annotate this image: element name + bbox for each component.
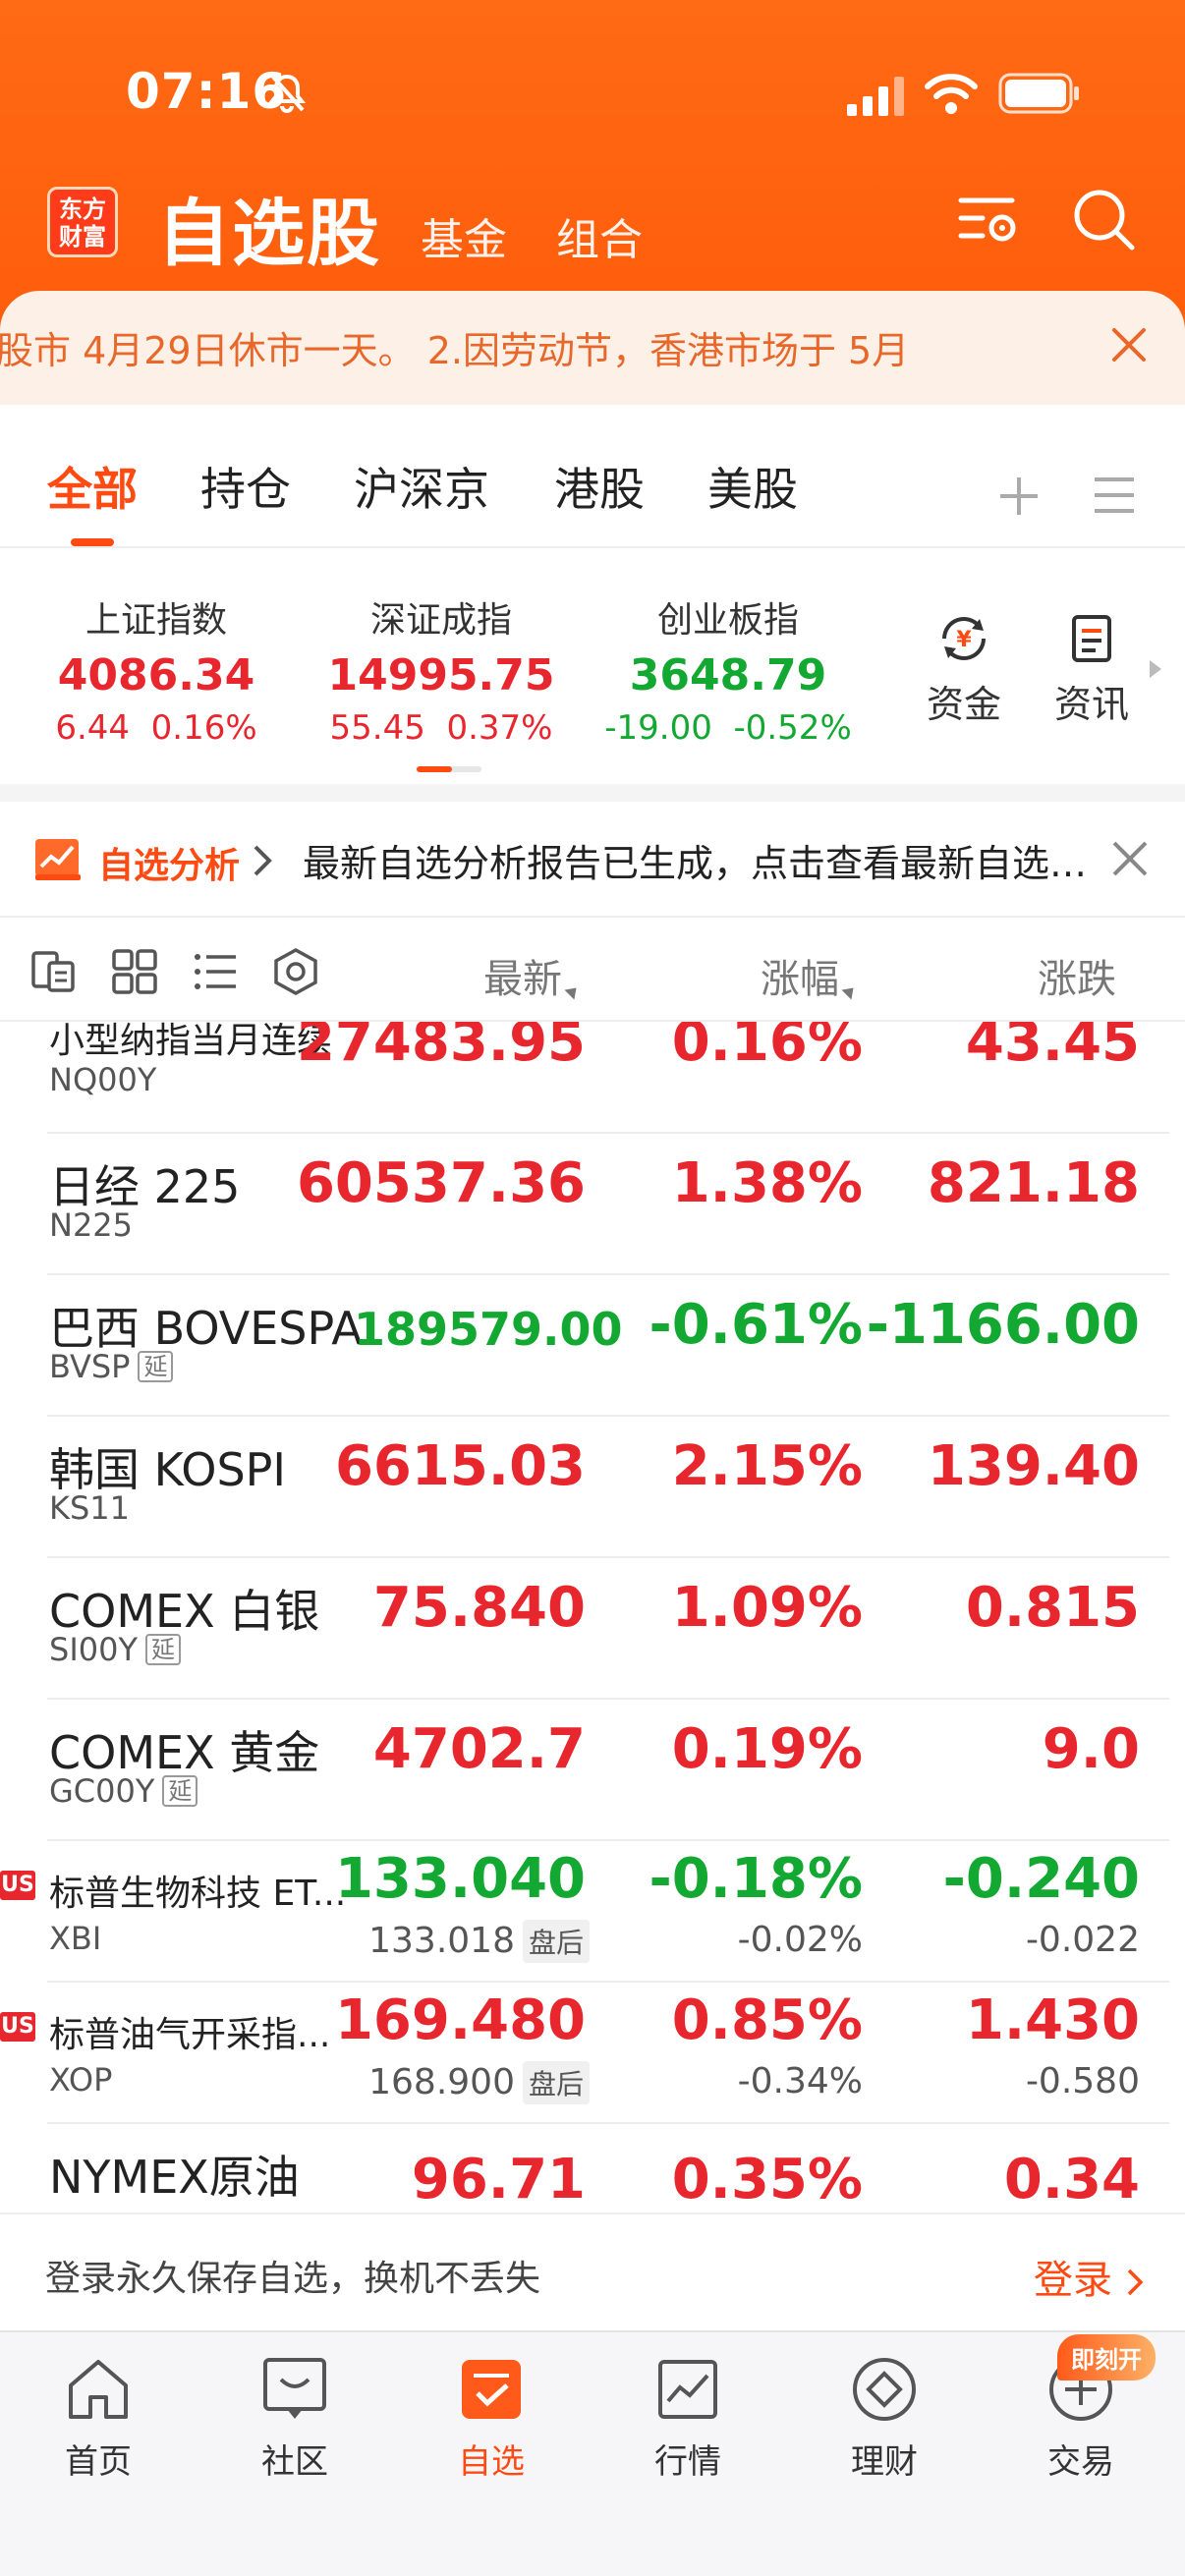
nav-market[interactable]: 行情	[590, 2352, 786, 2483]
indices-pager	[417, 766, 481, 772]
menu-icon[interactable]	[1093, 476, 1136, 515]
category-tabs: 全部 持仓 沪深京 港股 美股	[0, 405, 1185, 548]
target-icon[interactable]	[271, 947, 320, 996]
fund-flow-button[interactable]: ¥ 资金	[910, 611, 1018, 728]
table-row[interactable]: US 标普生物科技 ET... XBI 133.040 -0.18% -0.24…	[0, 1841, 1185, 1983]
nav-wealth[interactable]: 理财	[786, 2352, 983, 2483]
tab-hk[interactable]: 港股	[554, 454, 645, 519]
notice-text: 股市 4月29日休市一天。 2.因劳动节，香港市场于 5月	[0, 329, 910, 372]
table-row[interactable]: NYMEX原油 96.71 0.35% 0.34	[0, 2124, 1185, 2212]
news-icon	[1072, 615, 1111, 662]
wifi-icon	[925, 74, 978, 114]
delay-badge: 延	[162, 1775, 198, 1807]
section-gap	[0, 784, 1185, 802]
analysis-label: 自选分析	[98, 846, 241, 886]
battery-icon	[998, 73, 1079, 114]
after-hours-badge: 盘后	[522, 1920, 590, 1963]
market-icon	[658, 2360, 717, 2419]
after-hours-badge: 盘后	[522, 2061, 590, 2104]
chevron-right-icon	[1127, 2268, 1144, 2296]
watchlist-rows: 小型纳指当月连续 NQ00Y 27483.95 0.16% 43.45 日经 2…	[0, 1022, 1185, 2212]
login-link[interactable]: 登录	[1034, 2248, 1145, 2305]
tab-hs-bj[interactable]: 沪深京	[354, 454, 489, 519]
watchlist-analysis-banner[interactable]: 自选分析 最新自选分析报告已生成，点击查看最新自选分析报告	[0, 802, 1185, 918]
plus-icon[interactable]	[996, 474, 1042, 519]
tab-us[interactable]: 美股	[707, 454, 798, 519]
community-icon	[263, 2358, 326, 2419]
delay-badge: 延	[138, 1351, 174, 1382]
fund-flow-icon: ¥	[942, 617, 986, 660]
watchlist-icon	[462, 2360, 521, 2419]
nav-home[interactable]: 首页	[0, 2352, 197, 2483]
nav-community[interactable]: 社区	[197, 2352, 393, 2483]
delay-badge: 延	[145, 1634, 182, 1665]
login-prompt-text: 登录永久保存自选，换机不丢失	[45, 2259, 541, 2299]
column-change[interactable]: 涨跌	[1038, 947, 1116, 1004]
tab-fund[interactable]: 基金	[421, 204, 507, 267]
close-icon[interactable]	[1108, 837, 1152, 880]
notice-bar[interactable]: 股市 4月29日休市一天。 2.因劳动节，香港市场于 5月	[0, 291, 1185, 405]
table-row[interactable]: COMEX 黄金 GC00Y 延 4702.7 0.19% 9.0	[0, 1700, 1185, 1841]
svg-text:¥: ¥	[956, 628, 972, 652]
column-latest[interactable]: 最新	[483, 947, 582, 1004]
us-market-badge: US	[0, 2012, 35, 2042]
edit-list-icon[interactable]	[29, 947, 79, 996]
us-market-badge: US	[0, 1871, 35, 1900]
index-card-sh[interactable]: 上证指数 4086.34 6.44 0.16%	[14, 591, 299, 748]
analysis-text: 最新自选分析报告已生成，点击查看最新自选分析报告	[303, 842, 1089, 885]
home-icon	[69, 2360, 128, 2419]
list-view-icon[interactable]	[191, 947, 240, 996]
search-icon[interactable]	[1071, 187, 1136, 252]
login-prompt: 登录永久保存自选，换机不丢失 登录	[0, 2212, 1185, 2330]
list-settings-icon[interactable]	[957, 187, 1022, 252]
news-button[interactable]: 资讯	[1038, 611, 1146, 728]
table-row[interactable]: US 标普油气开采指... XOP 169.480 0.85% 1.430 16…	[0, 1983, 1185, 2124]
close-icon[interactable]	[1104, 320, 1154, 369]
status-bar: 07:16	[0, 0, 1185, 177]
trade-promo-badge: 即刻开	[1057, 2334, 1156, 2380]
wealth-icon	[853, 2358, 916, 2421]
tab-all[interactable]: 全部	[47, 454, 138, 519]
market-indices: 上证指数 4086.34 6.44 0.16% 深证成指 14995.75 55…	[0, 550, 1185, 784]
chevron-right-icon	[254, 845, 272, 876]
table-row[interactable]: 小型纳指当月连续 NQ00Y 27483.95 0.16% 43.45	[0, 1022, 1185, 1134]
bottom-navigation: 首页 社区 自选 行情 理财 交易	[0, 2330, 1185, 2576]
nav-watchlist[interactable]: 自选	[393, 2352, 590, 2483]
grid-view-icon[interactable]	[110, 947, 159, 996]
signal-icon	[847, 77, 904, 116]
app-logo: 东方 财富	[47, 187, 118, 257]
tab-holdings[interactable]: 持仓	[200, 454, 291, 519]
analysis-chart-icon	[35, 839, 81, 880]
status-time: 07:16	[126, 63, 288, 120]
tab-portfolio[interactable]: 组合	[556, 204, 643, 267]
chevron-right-icon[interactable]	[1148, 658, 1163, 680]
active-tab-indicator	[71, 538, 114, 546]
column-pct[interactable]: 涨幅	[761, 947, 859, 1004]
page-title: 自选股	[157, 192, 381, 276]
index-card-sz[interactable]: 深证成指 14995.75 55.45 0.37%	[299, 591, 584, 748]
bell-muted-icon	[267, 73, 307, 113]
table-row[interactable]: 巴西 BOVESPA BVSP 延 189579.00 -0.61% -1166.…	[0, 1275, 1185, 1417]
table-row[interactable]: 日经 225 N225 60537.36 1.38% 821.18	[0, 1134, 1185, 1275]
index-card-cyb[interactable]: 创业板指 3648.79 -19.00 -0.52%	[586, 591, 871, 748]
table-row[interactable]: COMEX 白银 SI00Y 延 75.840 1.09% 0.815	[0, 1558, 1185, 1700]
table-row[interactable]: 韩国 KOSPI KS11 6615.03 2.15% 139.40	[0, 1417, 1185, 1558]
watchlist-column-header: 最新 涨幅 涨跌	[0, 918, 1185, 1022]
